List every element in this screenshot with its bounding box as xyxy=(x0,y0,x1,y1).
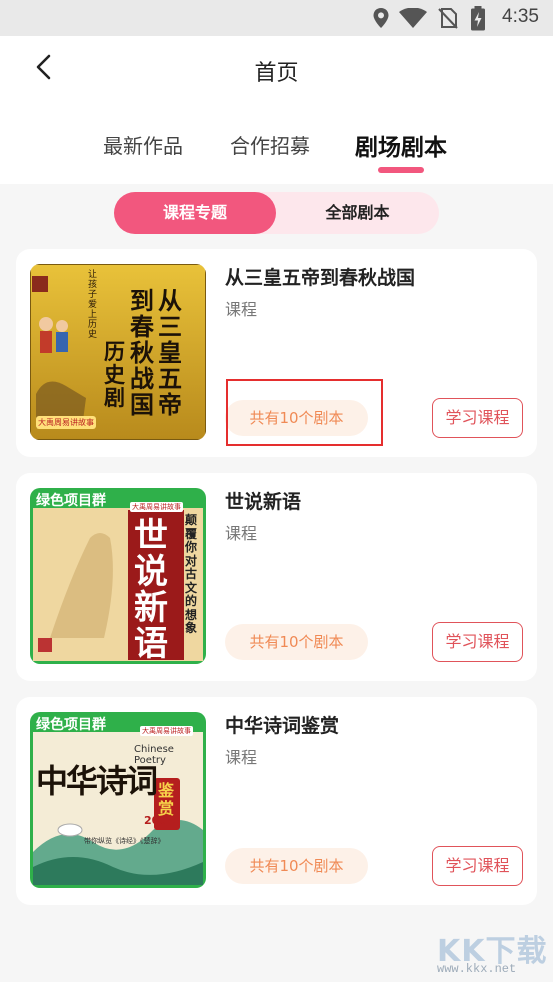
status-bar: 4:35 xyxy=(0,0,553,36)
app-header: 首页 xyxy=(0,36,553,104)
script-count-badge: 共有10个剧本 xyxy=(225,848,368,884)
active-tab-indicator xyxy=(378,167,424,173)
cover-badge: 大禹周易讲故事 xyxy=(140,726,193,736)
study-course-button[interactable]: 学习课程 xyxy=(432,846,523,886)
course-cover-image[interactable]: 从三皇五帝 到春秋战国 历史剧 让孩子爱上历史 大禹周易讲故事 xyxy=(30,264,206,440)
status-time: 4:35 xyxy=(502,6,539,27)
tab-cooperation-recruit[interactable]: 合作招募 xyxy=(230,130,310,159)
course-cover-image[interactable]: 绿色项目群 世说新语 颠覆你对古文的想象 大禹周易讲故事 xyxy=(30,488,206,664)
cover-badge: 大禹周易讲故事 xyxy=(130,502,183,512)
study-course-button[interactable]: 学习课程 xyxy=(432,398,523,438)
course-cover-image[interactable]: 绿色项目群 中华诗词 Chinese Poetry 鉴赏 200节 带你纵览《诗… xyxy=(30,712,206,888)
cover-main-title: 世说新语 xyxy=(134,516,168,664)
course-type: 课程 xyxy=(225,524,258,543)
location-icon xyxy=(373,8,389,28)
category-tabs: 最新作品 合作招募 剧场剧本 xyxy=(0,104,553,184)
course-title: 中华诗词鉴赏 xyxy=(225,715,340,737)
cover-english-title: Chinese Poetry xyxy=(134,744,174,766)
course-title: 世说新语 xyxy=(225,491,302,513)
battery-charging-icon xyxy=(471,6,485,31)
cover-tagline: 让孩子爱上历史 xyxy=(88,270,98,340)
course-card[interactable]: 从三皇五帝 到春秋战国 历史剧 让孩子爱上历史 大禹周易讲故事 从三皇五帝到春秋… xyxy=(16,249,537,457)
segmented-control: 课程专题 全部剧本 xyxy=(114,192,439,234)
cover-lessons: 200节 xyxy=(144,814,178,827)
segment-course-topics[interactable]: 课程专题 xyxy=(114,192,276,234)
wifi-icon xyxy=(399,8,427,28)
segment-wrap: 课程专题 全部剧本 xyxy=(0,184,553,252)
course-title: 从三皇五帝到春秋战国 xyxy=(225,267,416,289)
cover-title-right: 从三皇五帝 xyxy=(158,286,182,419)
site-watermark: KK下载 www.kkx.net xyxy=(437,926,547,980)
no-sim-icon xyxy=(438,8,458,29)
script-count-badge: 共有10个剧本 xyxy=(225,624,368,660)
course-type: 课程 xyxy=(225,300,258,319)
main-content: 最新作品 合作招募 剧场剧本 课程专题 全部剧本 从三皇五帝 到春秋战国 历史剧… xyxy=(0,104,553,982)
cover-banner: 绿色项目群 xyxy=(36,493,106,509)
cover-side-title: 历史剧 xyxy=(104,339,125,410)
cover-banner: 绿色项目群 xyxy=(36,717,106,733)
tab-latest-works[interactable]: 最新作品 xyxy=(103,130,183,159)
segment-all-scripts[interactable]: 全部剧本 xyxy=(276,192,439,234)
course-card[interactable]: 绿色项目群 中华诗词 Chinese Poetry 鉴赏 200节 带你纵览《诗… xyxy=(16,697,537,905)
study-course-button[interactable]: 学习课程 xyxy=(432,622,523,662)
cover-badge: 大禹周易讲故事 xyxy=(36,416,96,429)
watermark-url: www.kkx.net xyxy=(437,962,517,976)
tab-theater-scripts[interactable]: 剧场剧本 xyxy=(355,128,447,162)
page-title: 首页 xyxy=(254,61,299,86)
cover-title-left: 到春秋战国 xyxy=(130,286,154,419)
cover-caption: 带你纵览《诗经》《楚辞》 xyxy=(84,837,165,845)
course-card[interactable]: 绿色项目群 世说新语 颠覆你对古文的想象 大禹周易讲故事 世说新语 课程 共有1… xyxy=(16,473,537,681)
course-type: 课程 xyxy=(225,748,258,767)
cover-side-title: 颠覆你对古文的想象 xyxy=(185,513,198,635)
script-count-badge: 共有10个剧本 xyxy=(225,400,368,436)
